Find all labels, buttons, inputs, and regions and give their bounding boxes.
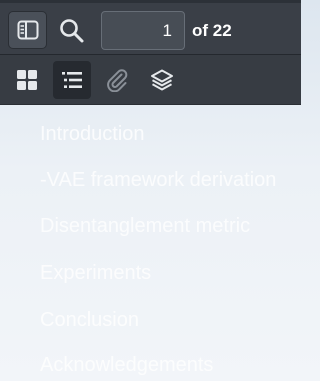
outline-item-framework-derivation[interactable]: -VAE framework derivation xyxy=(40,169,276,192)
tab-thumbnails[interactable] xyxy=(8,61,46,99)
paperclip-icon xyxy=(107,69,128,92)
search-button[interactable] xyxy=(58,17,86,45)
search-icon xyxy=(60,19,84,43)
tab-outline[interactable] xyxy=(53,61,91,99)
outline-item-disentanglement-metric[interactable]: Disentanglement metric xyxy=(40,215,250,238)
sidebar-toggle-button[interactable] xyxy=(8,11,47,49)
sidebar-toggle-icon xyxy=(17,20,39,40)
page-count-label: of 22 xyxy=(192,21,232,40)
outline-item-acknowledgements[interactable]: Acknowledgements xyxy=(40,354,213,377)
page-number-input[interactable] xyxy=(101,11,185,50)
thumbnails-grid-icon xyxy=(17,70,37,90)
outline-item-conclusion[interactable]: Conclusion xyxy=(40,309,139,332)
layers-icon xyxy=(151,69,173,91)
tab-layers[interactable] xyxy=(143,61,181,99)
sidebar-tabbar xyxy=(0,55,301,105)
outline-item-introduction[interactable]: Introduction xyxy=(40,123,145,146)
outline-list-icon xyxy=(62,72,82,88)
document-outline: Introduction -VAE framework derivation D… xyxy=(0,105,301,381)
outline-item-experiments[interactable]: Experiments xyxy=(40,262,151,285)
tab-attachments[interactable] xyxy=(98,61,136,99)
viewer-toolbar: of 22 xyxy=(0,3,301,55)
